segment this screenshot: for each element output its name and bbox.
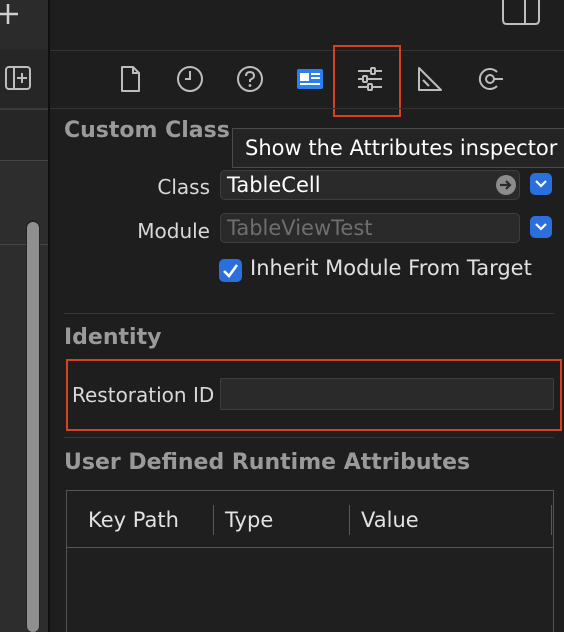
column-separator	[349, 505, 350, 535]
class-value: TableCell	[227, 173, 321, 197]
toggle-inspector-icon[interactable]	[501, 0, 541, 28]
inspector-bar-divider	[50, 108, 564, 109]
panel-divider[interactable]	[48, 0, 50, 632]
column-separator	[213, 505, 214, 535]
column-separator	[551, 505, 552, 535]
section-divider	[64, 437, 554, 438]
class-label: Class	[157, 175, 210, 199]
window-toolbar	[50, 0, 564, 50]
custom-class-title: Custom Class	[64, 118, 230, 143]
runtime-attributes-title: User Defined Runtime Attributes	[64, 450, 471, 475]
class-field[interactable]: TableCell	[220, 170, 520, 200]
restoration-id-label: Restoration ID	[72, 383, 215, 407]
add-icon[interactable]	[0, 0, 24, 32]
module-field[interactable]: TableViewTest	[220, 213, 520, 243]
runtime-attributes-table[interactable]: Key Path Type Value	[66, 490, 554, 632]
navigator-toolbar	[0, 0, 48, 50]
attributes-tab-highlight	[333, 45, 401, 117]
module-dropdown-button[interactable]	[530, 216, 552, 238]
inherit-module-checkbox[interactable]	[219, 259, 242, 282]
column-header-key-path[interactable]: Key Path	[88, 508, 179, 532]
identity-title: Identity	[64, 325, 162, 350]
identity-inspector-icon[interactable]	[295, 64, 325, 94]
tooltip: Show the Attributes inspector	[232, 128, 564, 168]
checkmark-icon	[223, 264, 239, 278]
column-header-type[interactable]: Type	[225, 508, 273, 532]
chevron-down-icon	[535, 180, 547, 188]
add-editor-icon[interactable]	[4, 64, 32, 92]
go-to-class-icon[interactable]	[495, 174, 517, 196]
class-dropdown-button[interactable]	[530, 173, 552, 195]
module-placeholder: TableViewTest	[227, 216, 373, 240]
quick-help-icon[interactable]	[235, 64, 265, 94]
history-inspector-icon[interactable]	[175, 64, 205, 94]
chevron-down-icon	[535, 223, 547, 231]
navigator-list-row-divider	[0, 160, 48, 161]
connections-inspector-icon[interactable]	[475, 64, 505, 94]
file-inspector-icon[interactable]	[115, 64, 145, 94]
navigator-divider	[0, 108, 48, 110]
table-header-divider	[67, 547, 553, 548]
navigator-row-divider	[0, 244, 48, 245]
inherit-module-label: Inherit Module From Target	[250, 256, 532, 280]
section-divider	[64, 313, 554, 314]
tooltip-text: Show the Attributes inspector	[245, 136, 558, 160]
size-inspector-icon[interactable]	[415, 64, 445, 94]
toolbar-divider	[50, 50, 564, 51]
restoration-id-field[interactable]	[220, 378, 554, 410]
navigator-list	[0, 160, 48, 632]
column-header-value[interactable]: Value	[361, 508, 419, 532]
module-label: Module	[137, 219, 210, 243]
navigator-scrollbar[interactable]	[27, 222, 39, 632]
